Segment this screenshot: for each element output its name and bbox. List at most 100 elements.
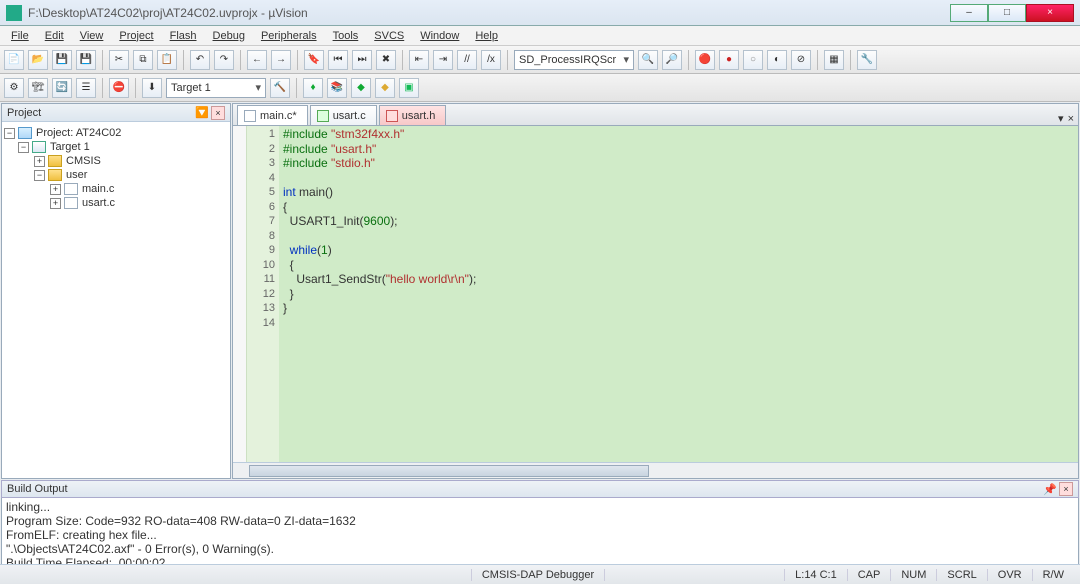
separator <box>507 50 508 70</box>
maximize-button[interactable]: □ <box>988 4 1026 22</box>
debug-start-icon[interactable]: 🔴 <box>695 50 715 70</box>
translate-icon[interactable]: ⚙ <box>4 78 24 98</box>
window-layout-icon[interactable]: ▦ <box>824 50 844 70</box>
copy-icon[interactable]: ⧉ <box>133 50 153 70</box>
pin-icon[interactable]: 🔽 <box>195 106 209 120</box>
horizontal-scrollbar[interactable] <box>233 462 1078 478</box>
menu-flash[interactable]: Flash <box>163 28 204 44</box>
bp-disable-icon[interactable]: ◐ <box>767 50 787 70</box>
indent-right-icon[interactable]: ⇥ <box>433 50 453 70</box>
stop-build-icon[interactable]: ⛔ <box>109 78 129 98</box>
tree-target-label: Target 1 <box>50 141 90 153</box>
configure-icon[interactable]: 🔧 <box>857 50 877 70</box>
file-icon <box>64 183 78 195</box>
bookmark-icon[interactable]: 🔖 <box>304 50 324 70</box>
pin-icon[interactable]: 📌 <box>1043 482 1057 496</box>
file-icon <box>317 110 329 122</box>
code-text[interactable]: #include "stm32f4xx.h" #include "usart.h… <box>279 126 1078 462</box>
manage-project-icon[interactable]: ◆ <box>375 78 395 98</box>
menu-svcs[interactable]: SVCS <box>367 28 411 44</box>
comment-icon[interactable]: // <box>457 50 477 70</box>
close-panel-icon[interactable]: × <box>211 106 225 120</box>
code-editor[interactable]: 1 2 3 4 5 6 7 8 9 10 11 12 13 14 #includ… <box>233 126 1078 462</box>
menu-debug[interactable]: Debug <box>206 28 252 44</box>
scrollbar-thumb[interactable] <box>249 465 649 477</box>
find-icon[interactable]: 🔍 <box>638 50 658 70</box>
target-combo[interactable]: Target 1 ▾ <box>166 78 266 98</box>
options-icon[interactable]: 🔨 <box>270 78 290 98</box>
menu-file[interactable]: File <box>4 28 36 44</box>
expander-icon[interactable]: + <box>50 184 61 195</box>
expander-icon[interactable]: + <box>34 156 45 167</box>
status-right: CMSIS-DAP Debugger L:14 C:1 CAP NUM SCRL… <box>471 569 1074 581</box>
menu-project[interactable]: Project <box>112 28 160 44</box>
nav-fwd-icon[interactable]: → <box>271 50 291 70</box>
tab-close-icon[interactable]: × <box>1068 113 1074 125</box>
project-tree[interactable]: − Project: AT24C02 − Target 1 + CMSIS − … <box>2 122 230 478</box>
breakpoint-gutter[interactable] <box>233 126 247 462</box>
tree-usart-label: usart.c <box>82 197 115 209</box>
menu-help[interactable]: Help <box>468 28 505 44</box>
separator <box>817 50 818 70</box>
tab-main-c[interactable]: main.c* <box>237 105 308 125</box>
expander-icon[interactable]: − <box>18 142 29 153</box>
bookmark-next-icon[interactable]: ⏭ <box>352 50 372 70</box>
find-combo[interactable]: SD_ProcessIRQScr ▾ <box>514 50 634 70</box>
bp-enable-icon[interactable]: ○ <box>743 50 763 70</box>
indent-left-icon[interactable]: ⇤ <box>409 50 429 70</box>
expander-icon[interactable]: − <box>34 170 45 181</box>
nav-back-icon[interactable]: ← <box>247 50 267 70</box>
select-packs-icon[interactable]: ▣ <box>399 78 419 98</box>
tab-usart-c-label: usart.c <box>333 110 366 122</box>
close-button[interactable]: × <box>1026 4 1074 22</box>
tree-file-main[interactable]: + main.c <box>4 182 228 196</box>
tree-root[interactable]: − Project: AT24C02 <box>4 126 228 140</box>
separator <box>850 50 851 70</box>
build-icon[interactable]: 🏗 <box>28 78 48 98</box>
rebuild-icon[interactable]: 🔄 <box>52 78 72 98</box>
target-icon <box>32 141 46 153</box>
menu-peripherals[interactable]: Peripherals <box>254 28 324 44</box>
undo-icon[interactable]: ↶ <box>190 50 210 70</box>
find-in-files-icon[interactable]: 🔎 <box>662 50 682 70</box>
batch-build-icon[interactable]: ☰ <box>76 78 96 98</box>
cut-icon[interactable]: ✂ <box>109 50 129 70</box>
tree-group-user[interactable]: − user <box>4 168 228 182</box>
pack-installer-icon[interactable]: ◆ <box>351 78 371 98</box>
tree-file-usart[interactable]: + usart.c <box>4 196 228 210</box>
expander-icon[interactable]: − <box>4 128 15 139</box>
status-scrl: SCRL <box>936 569 986 581</box>
paste-icon[interactable]: 📋 <box>157 50 177 70</box>
new-file-icon[interactable]: 📄 <box>4 50 24 70</box>
folder-icon <box>48 155 62 167</box>
status-cursor-pos: L:14 C:1 <box>784 569 847 581</box>
uncomment-icon[interactable]: /x <box>481 50 501 70</box>
menu-window[interactable]: Window <box>413 28 466 44</box>
save-all-icon[interactable]: 💾 <box>76 50 96 70</box>
menu-view[interactable]: View <box>73 28 111 44</box>
tab-dropdown-icon[interactable]: ▾ <box>1058 112 1064 125</box>
menu-tools[interactable]: Tools <box>326 28 366 44</box>
separator <box>135 78 136 98</box>
bp-insert-icon[interactable]: ● <box>719 50 739 70</box>
tree-group-cmsis[interactable]: + CMSIS <box>4 154 228 168</box>
expander-icon[interactable]: + <box>50 198 61 209</box>
minimize-button[interactable]: – <box>950 4 988 22</box>
tree-root-label: Project: AT24C02 <box>36 127 121 139</box>
open-icon[interactable]: 📂 <box>28 50 48 70</box>
menu-edit[interactable]: Edit <box>38 28 71 44</box>
redo-icon[interactable]: ↷ <box>214 50 234 70</box>
bookmark-clear-icon[interactable]: ✖ <box>376 50 396 70</box>
download-icon[interactable]: ⬇ <box>142 78 162 98</box>
bookmark-prev-icon[interactable]: ⏮ <box>328 50 348 70</box>
books-icon[interactable]: 📚 <box>327 78 347 98</box>
tab-usart-c[interactable]: usart.c <box>310 105 377 125</box>
tree-target[interactable]: − Target 1 <box>4 140 228 154</box>
close-panel-icon[interactable]: × <box>1059 482 1073 496</box>
bp-kill-icon[interactable]: ⊘ <box>791 50 811 70</box>
build-output-label: Build Output <box>7 483 68 495</box>
save-icon[interactable]: 💾 <box>52 50 72 70</box>
tab-usart-h[interactable]: usart.h <box>379 105 447 125</box>
file-icon <box>386 110 398 122</box>
manage-rte-icon[interactable]: ♦ <box>303 78 323 98</box>
